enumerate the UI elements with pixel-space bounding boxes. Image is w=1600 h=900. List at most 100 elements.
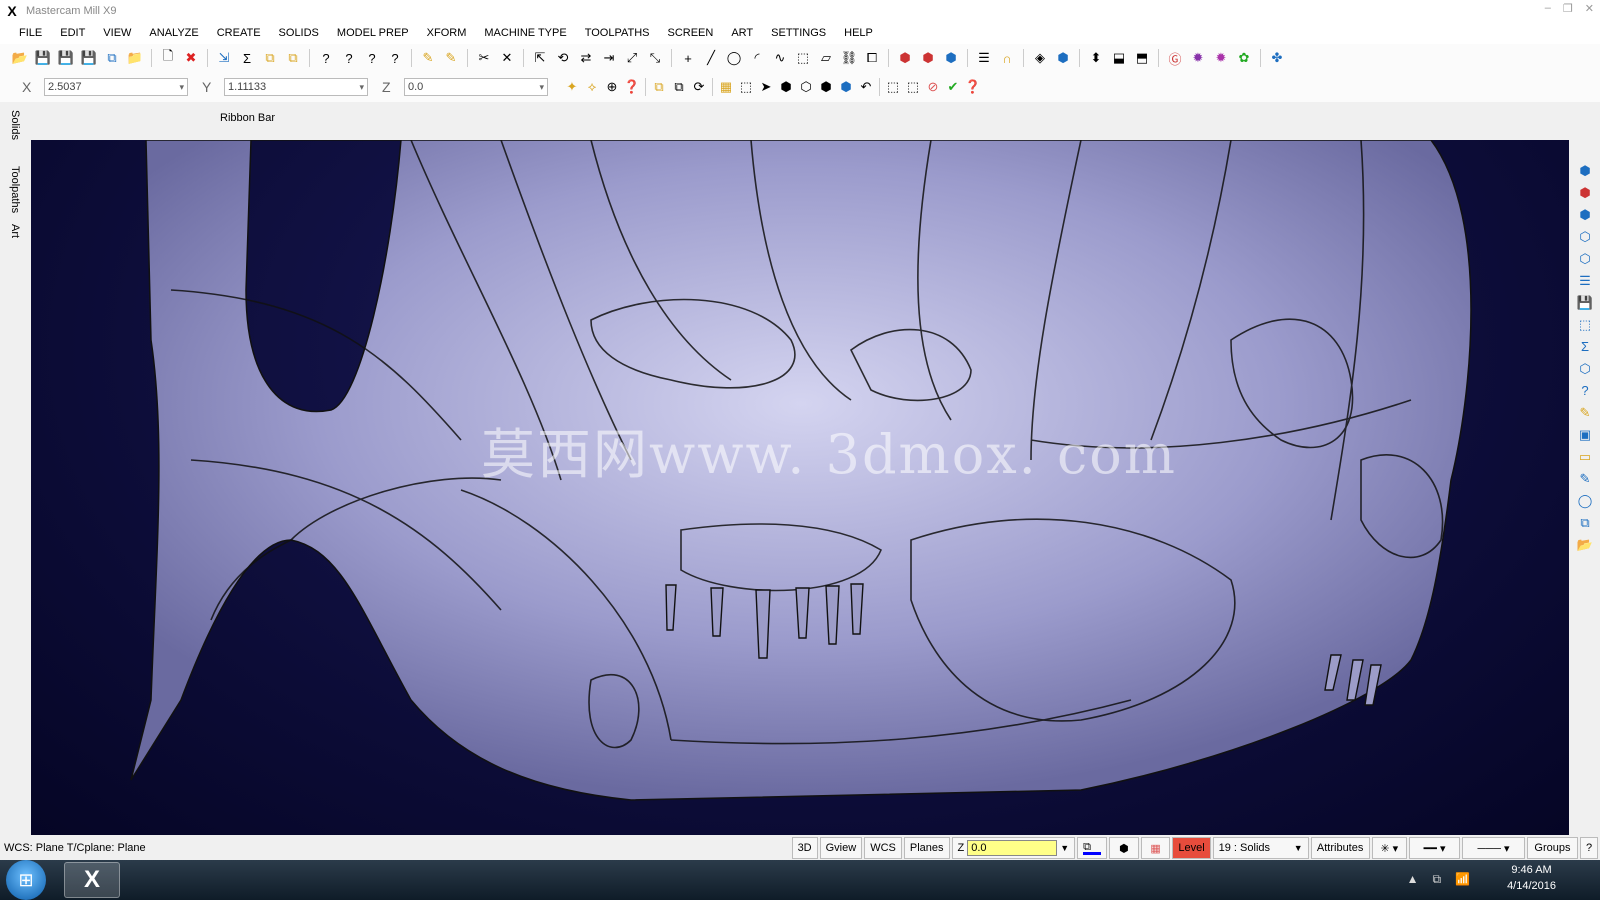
lathe-icon[interactable]: ⬒ <box>1132 48 1152 68</box>
menu-screen[interactable]: SCREEN <box>658 27 722 39</box>
level-button[interactable]: Level <box>1172 837 1211 859</box>
stretch-icon[interactable]: ⤡ <box>645 48 665 68</box>
open-folder-icon[interactable]: 📂 <box>10 48 30 68</box>
add-point-icon[interactable]: ⊕ <box>602 77 622 97</box>
surface-icon[interactable]: ▱ <box>816 48 836 68</box>
tab-toolpaths[interactable]: Toolpaths <box>9 166 21 213</box>
menu-view[interactable]: VIEW <box>94 27 140 39</box>
mirror-icon[interactable]: ⇄ <box>576 48 596 68</box>
menu-help[interactable]: HELP <box>835 27 882 39</box>
box2-icon[interactable]: ⬡ <box>1576 250 1594 268</box>
ok-icon[interactable]: ✔ <box>943 77 963 97</box>
folder-icon[interactable]: 📂 <box>1576 536 1594 554</box>
layers-icon[interactable]: ☰ <box>1576 272 1594 290</box>
mill-icon[interactable]: ⬓ <box>1109 48 1129 68</box>
z-coordinate-input[interactable]: 0.0 <box>404 78 548 96</box>
line-style-select[interactable]: ━━ ▾ <box>1409 837 1461 859</box>
menu-analyze[interactable]: ANALYZE <box>140 27 207 39</box>
body-select-icon[interactable]: ⬢ <box>776 77 796 97</box>
save-as-icon[interactable]: 💾 <box>56 48 76 68</box>
note-icon[interactable]: ✎ <box>1576 404 1594 422</box>
point-style-select[interactable]: ✳ ▾ <box>1371 837 1408 859</box>
menu-xform[interactable]: XFORM <box>418 27 476 39</box>
color-swatch-icon[interactable]: ⧉ <box>1077 837 1108 859</box>
scale-icon[interactable]: ⤢ <box>622 48 642 68</box>
groups-button[interactable]: Groups <box>1526 837 1578 859</box>
fast-point-icon[interactable]: ✦ <box>562 77 582 97</box>
menu-settings[interactable]: SETTINGS <box>762 27 835 39</box>
sigma-icon[interactable]: Σ <box>1576 338 1594 356</box>
cube-icon[interactable]: ⬚ <box>793 48 813 68</box>
analyze-distance-icon[interactable]: ? <box>362 48 382 68</box>
edge-select-icon[interactable]: ⬢ <box>816 77 836 97</box>
new-file-icon[interactable]: 🗋 <box>158 48 178 68</box>
windows-start-icon[interactable]: ⊞ <box>6 860 46 900</box>
line-icon[interactable]: ╱ <box>701 48 721 68</box>
open-editor-icon[interactable]: 📁 <box>125 48 145 68</box>
arc-icon[interactable]: ◜ <box>747 48 767 68</box>
list-icon[interactable]: ☰ <box>974 48 994 68</box>
solid-mix-icon[interactable]: ⬢ <box>1576 206 1594 224</box>
merge-icon[interactable]: ⧉ <box>102 48 122 68</box>
solid-red-icon[interactable]: ⬢ <box>1576 184 1594 202</box>
minimize-icon[interactable]: – <box>1545 2 1551 15</box>
frame-icon[interactable]: ▭ <box>1576 448 1594 466</box>
menu-model-prep[interactable]: MODEL PREP <box>328 27 418 39</box>
autocursor-icon[interactable]: ⟡ <box>582 77 602 97</box>
solid-layer-icon[interactable]: ⬢ <box>941 48 961 68</box>
copy-icon[interactable]: ⧉ <box>260 48 280 68</box>
gview-button[interactable]: Gview <box>819 837 863 859</box>
solid-icon[interactable]: ⬢ <box>1576 162 1594 180</box>
mask-icon[interactable]: ▦ <box>716 77 736 97</box>
bookmark-icon[interactable]: ⧠ <box>862 48 882 68</box>
tab-art[interactable]: Art <box>9 224 21 238</box>
z-depth-input[interactable]: 0.0 <box>967 840 1058 856</box>
shaded-icon[interactable]: ⬢ <box>1053 48 1073 68</box>
verify-select-icon[interactable]: ⬚ <box>883 77 903 97</box>
spline-icon[interactable]: ∿ <box>770 48 790 68</box>
refresh-icon[interactable]: ⟳ <box>689 77 709 97</box>
mastercam-taskbar-icon[interactable]: X <box>64 862 120 898</box>
trim-icon[interactable]: ✂ <box>474 48 494 68</box>
tab-solids[interactable]: Solids <box>9 110 21 140</box>
window-select-icon[interactable]: ⧉ <box>669 77 689 97</box>
analyze-entity-icon[interactable]: ? <box>316 48 336 68</box>
box-icon[interactable]: ⬡ <box>1576 228 1594 246</box>
offset-icon[interactable]: ⇥ <box>599 48 619 68</box>
level-select[interactable]: 19 : Solids ▼ <box>1212 837 1309 859</box>
circle-outline-icon[interactable]: ◯ <box>1576 492 1594 510</box>
menu-create[interactable]: CREATE <box>208 27 270 39</box>
analyze-position-icon[interactable]: ? <box>339 48 359 68</box>
query-icon[interactable]: ? <box>1576 382 1594 400</box>
3d-button[interactable]: 3D <box>791 837 818 859</box>
shade-swatch-icon[interactable]: ⬢ <box>1109 837 1139 859</box>
analyze-angle-icon[interactable]: ? <box>385 48 405 68</box>
stack-icon[interactable]: ⬚ <box>1576 316 1594 334</box>
pencil-icon[interactable]: ✎ <box>418 48 438 68</box>
settings-gear-icon[interactable]: ✹ <box>1211 48 1231 68</box>
menu-art[interactable]: ART <box>722 27 762 39</box>
toolpath-icon[interactable]: ⬍ <box>1086 48 1106 68</box>
menu-solids[interactable]: SOLIDS <box>270 27 328 39</box>
monitor-icon[interactable]: ▣ <box>1576 426 1594 444</box>
z-depth-control[interactable]: Z 0.0 ▼ <box>951 837 1076 859</box>
clock[interactable]: 9:46 AM 4/14/2016 <box>1507 862 1556 894</box>
tray-arrow-icon[interactable]: ▲ <box>1407 872 1419 887</box>
help-icon[interactable]: ❓ <box>622 77 642 97</box>
menu-file[interactable]: FILE <box>10 27 51 39</box>
disk-icon[interactable]: 💾 <box>1576 294 1594 312</box>
pen-icon[interactable]: ✎ <box>1576 470 1594 488</box>
pointer-icon[interactable]: ➤ <box>756 77 776 97</box>
save-some-icon[interactable]: 💾 <box>79 48 99 68</box>
analyze-icon[interactable]: ⇲ <box>214 48 234 68</box>
cube-arrow-icon[interactable]: ⬡ <box>1576 360 1594 378</box>
fill-swatch-icon[interactable]: ▦ <box>1140 837 1171 859</box>
group-icon[interactable]: ⧉ <box>1576 514 1594 532</box>
point-icon[interactable]: + <box>678 48 698 68</box>
sigma-icon[interactable]: Σ <box>237 48 257 68</box>
circle-icon[interactable]: ◯ <box>724 48 744 68</box>
y-coordinate-input[interactable]: 1.11133 <box>224 78 368 96</box>
planes-button[interactable]: Planes <box>903 837 950 859</box>
simulate-icon[interactable]: ✿ <box>1234 48 1254 68</box>
network-icon[interactable]: ⧉ <box>1432 872 1441 887</box>
